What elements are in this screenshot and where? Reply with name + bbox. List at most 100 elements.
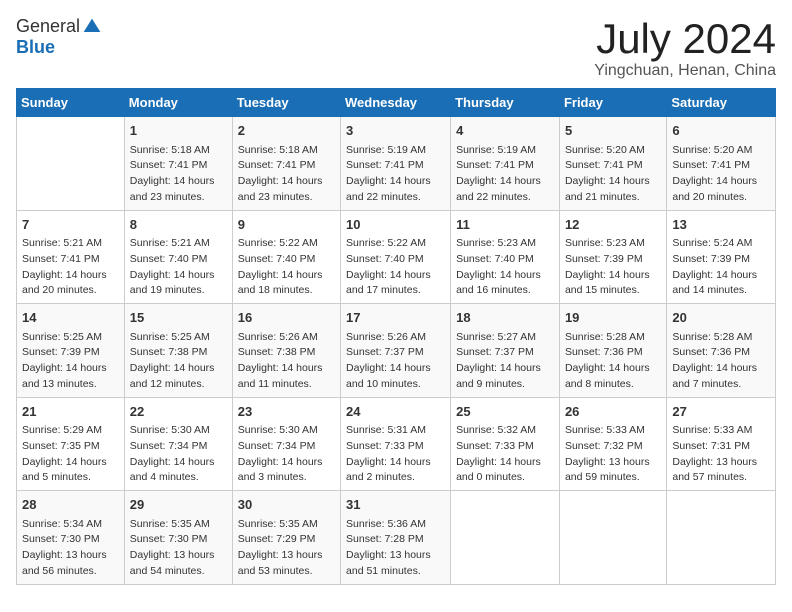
cell-content: Sunset: 7:41 PM [565, 158, 661, 174]
column-header-sunday: Sunday [17, 89, 125, 117]
day-number: 21 [22, 402, 119, 422]
cell-content: Sunrise: 5:23 AM [456, 236, 554, 252]
cell-content: Sunset: 7:29 PM [238, 532, 335, 548]
cell-content: and 18 minutes. [238, 283, 335, 299]
cell-content: Sunset: 7:33 PM [346, 439, 445, 455]
cell-content: Daylight: 14 hours [456, 174, 554, 190]
cell-content: and 19 minutes. [130, 283, 227, 299]
day-number: 25 [456, 402, 554, 422]
day-number: 29 [130, 495, 227, 515]
day-number: 6 [672, 121, 770, 141]
calendar-cell: 1 Sunrise: 5:18 AMSunset: 7:41 PMDaylight… [124, 117, 232, 211]
column-header-friday: Friday [559, 89, 666, 117]
week-row-5: 28Sunrise: 5:34 AMSunset: 7:30 PMDayligh… [17, 491, 776, 585]
calendar-cell: 10Sunrise: 5:22 AMSunset: 7:40 PMDayligh… [341, 210, 451, 304]
cell-content: Sunset: 7:34 PM [238, 439, 335, 455]
header-row: SundayMondayTuesdayWednesdayThursdayFrid… [17, 89, 776, 117]
calendar-cell: 16Sunrise: 5:26 AMSunset: 7:38 PMDayligh… [232, 304, 340, 398]
cell-content: Daylight: 14 hours [672, 174, 770, 190]
cell-content: Daylight: 14 hours [565, 174, 661, 190]
month-title: July 2024 [594, 16, 776, 62]
cell-content: and 2 minutes. [346, 470, 445, 486]
calendar-cell: 4Sunrise: 5:19 AMSunset: 7:41 PMDaylight… [451, 117, 560, 211]
cell-content: Daylight: 14 hours [565, 361, 661, 377]
logo-icon [82, 17, 102, 37]
cell-content: and 22 minutes. [456, 190, 554, 206]
day-number: 5 [565, 121, 661, 141]
calendar-cell: 26Sunrise: 5:33 AMSunset: 7:32 PMDayligh… [559, 397, 666, 491]
cell-content: Sunset: 7:36 PM [672, 345, 770, 361]
logo: General Blue [16, 16, 102, 58]
column-header-tuesday: Tuesday [232, 89, 340, 117]
cell-content: and 11 minutes. [238, 377, 335, 393]
cell-content: Sunset: 7:40 PM [238, 252, 335, 268]
calendar-table: SundayMondayTuesdayWednesdayThursdayFrid… [16, 88, 776, 585]
day-number: 20 [672, 308, 770, 328]
cell-content: Sunset: 7:41 PM [456, 158, 554, 174]
column-header-saturday: Saturday [667, 89, 776, 117]
cell-content: Daylight: 13 hours [238, 548, 335, 564]
cell-content: Sunrise: 5:27 AM [456, 330, 554, 346]
calendar-cell: 13Sunrise: 5:24 AMSunset: 7:39 PMDayligh… [667, 210, 776, 304]
cell-content: Daylight: 14 hours [130, 174, 227, 190]
cell-content: and 10 minutes. [346, 377, 445, 393]
calendar-cell: 11Sunrise: 5:23 AMSunset: 7:40 PMDayligh… [451, 210, 560, 304]
cell-content: Daylight: 14 hours [565, 268, 661, 284]
calendar-cell: 7Sunrise: 5:21 AMSunset: 7:41 PMDaylight… [17, 210, 125, 304]
cell-content: Sunset: 7:36 PM [565, 345, 661, 361]
column-header-thursday: Thursday [451, 89, 560, 117]
calendar-cell: 5Sunrise: 5:20 AMSunset: 7:41 PMDaylight… [559, 117, 666, 211]
cell-content: and 3 minutes. [238, 470, 335, 486]
cell-content: Sunrise: 5:24 AM [672, 236, 770, 252]
cell-content: and 54 minutes. [130, 564, 227, 580]
cell-content: Sunrise: 5:19 AM [346, 143, 445, 159]
cell-content: Daylight: 14 hours [456, 361, 554, 377]
cell-content: Daylight: 14 hours [672, 361, 770, 377]
cell-content: Sunrise: 5:33 AM [565, 423, 661, 439]
cell-content: Daylight: 14 hours [456, 268, 554, 284]
cell-content: Sunrise: 5:28 AM [672, 330, 770, 346]
cell-content: Daylight: 13 hours [130, 548, 227, 564]
cell-content: and 16 minutes. [456, 283, 554, 299]
day-number: 9 [238, 215, 335, 235]
cell-content: and 9 minutes. [456, 377, 554, 393]
calendar-cell: 9Sunrise: 5:22 AMSunset: 7:40 PMDaylight… [232, 210, 340, 304]
day-number: 22 [130, 402, 227, 422]
calendar-cell: 27Sunrise: 5:33 AMSunset: 7:31 PMDayligh… [667, 397, 776, 491]
cell-content: Sunrise: 5:18 AM [130, 143, 227, 159]
cell-content: Sunset: 7:41 PM [346, 158, 445, 174]
calendar-cell: 28Sunrise: 5:34 AMSunset: 7:30 PMDayligh… [17, 491, 125, 585]
cell-content: Sunset: 7:37 PM [346, 345, 445, 361]
logo-blue-text: Blue [16, 37, 55, 58]
cell-content: and 20 minutes. [22, 283, 119, 299]
cell-content: Sunrise: 5:29 AM [22, 423, 119, 439]
cell-content: Sunset: 7:41 PM [130, 158, 227, 174]
calendar-cell: 6Sunrise: 5:20 AMSunset: 7:41 PMDaylight… [667, 117, 776, 211]
cell-content: and 22 minutes. [346, 190, 445, 206]
day-number: 24 [346, 402, 445, 422]
day-number: 11 [456, 215, 554, 235]
cell-content: Sunrise: 5:25 AM [22, 330, 119, 346]
cell-content: Sunset: 7:30 PM [22, 532, 119, 548]
calendar-cell: 8Sunrise: 5:21 AMSunset: 7:40 PMDaylight… [124, 210, 232, 304]
day-number: 28 [22, 495, 119, 515]
column-header-monday: Monday [124, 89, 232, 117]
cell-content: Daylight: 14 hours [130, 361, 227, 377]
cell-content: Sunset: 7:33 PM [456, 439, 554, 455]
cell-content: and 20 minutes. [672, 190, 770, 206]
day-number: 17 [346, 308, 445, 328]
cell-content: Sunset: 7:34 PM [130, 439, 227, 455]
calendar-cell [667, 491, 776, 585]
day-number: 31 [346, 495, 445, 515]
cell-content: Sunset: 7:31 PM [672, 439, 770, 455]
day-number: 1 [130, 121, 227, 141]
cell-content: and 51 minutes. [346, 564, 445, 580]
cell-content: Daylight: 14 hours [346, 174, 445, 190]
cell-content: Sunset: 7:40 PM [130, 252, 227, 268]
cell-content: Sunrise: 5:25 AM [130, 330, 227, 346]
cell-content: Sunrise: 5:36 AM [346, 517, 445, 533]
cell-content: Daylight: 14 hours [346, 268, 445, 284]
cell-content: Daylight: 13 hours [672, 455, 770, 471]
cell-content: Sunrise: 5:20 AM [672, 143, 770, 159]
calendar-cell: 25Sunrise: 5:32 AMSunset: 7:33 PMDayligh… [451, 397, 560, 491]
